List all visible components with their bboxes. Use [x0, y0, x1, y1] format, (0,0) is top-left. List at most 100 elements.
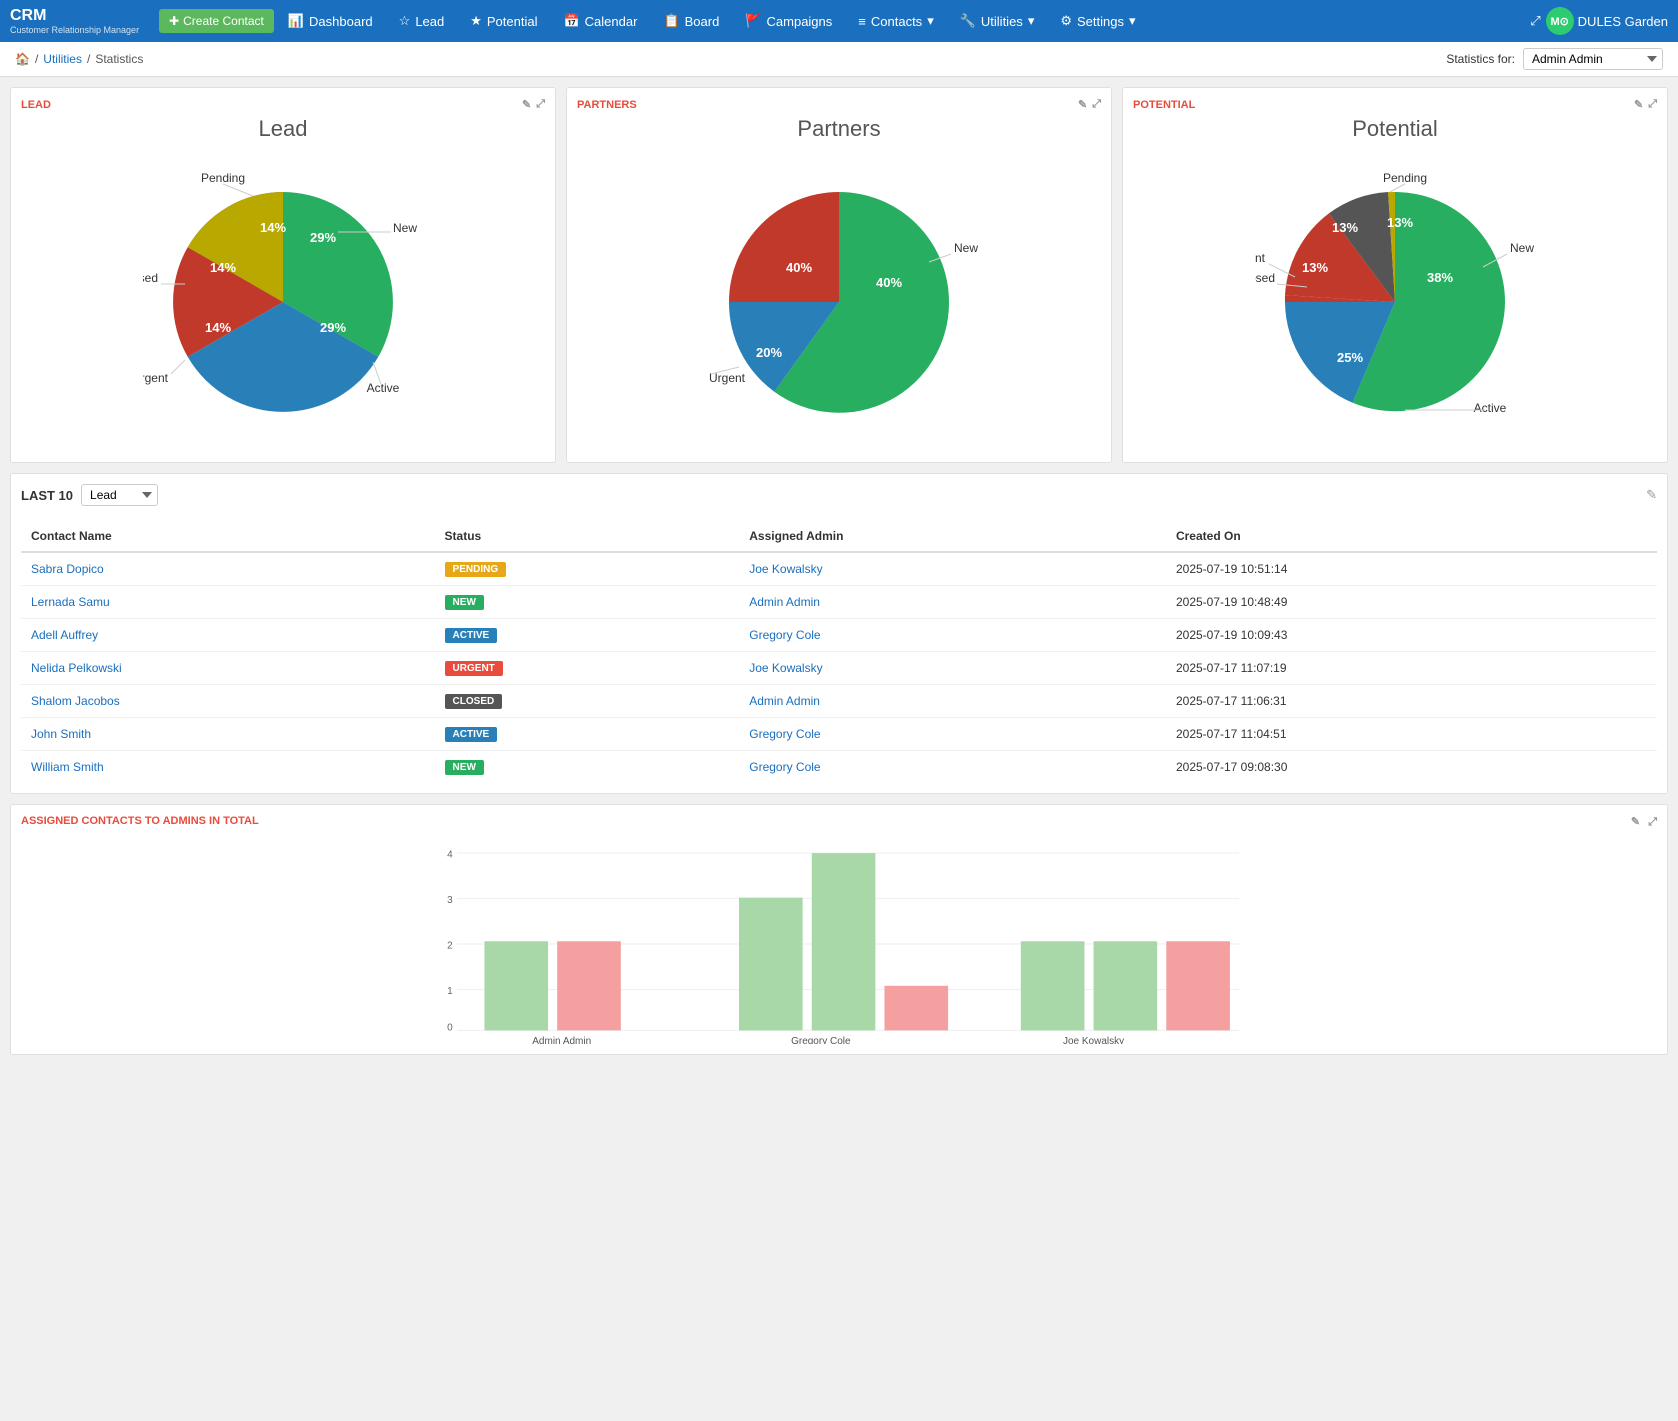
charts-row: LEAD ✎ ⤢ Lead: [10, 87, 1668, 463]
admin-link[interactable]: Admin Admin: [749, 595, 820, 609]
col-created-on: Created On: [1166, 521, 1657, 552]
contact-name-cell: Adell Auffrey: [21, 619, 435, 652]
potential-expand-icon[interactable]: ⤢: [1648, 98, 1657, 111]
home-icon[interactable]: 🏠: [15, 52, 30, 66]
svg-text:1: 1: [447, 986, 453, 997]
breadcrumb-bar: 🏠 / Utilities / Statistics Statistics fo…: [0, 42, 1678, 77]
svg-text:Closed: Closed: [143, 271, 158, 285]
contact-name-link[interactable]: William Smith: [31, 760, 104, 774]
admin-link[interactable]: Gregory Cole: [749, 628, 820, 642]
admin-cell: Gregory Cole: [739, 751, 1166, 784]
bar-expand-icon[interactable]: ⤢: [1648, 816, 1657, 828]
table-row: Adell Auffrey ACTIVE Gregory Cole 2025-0…: [21, 619, 1657, 652]
status-badge: CLOSED: [445, 694, 503, 709]
svg-text:0: 0: [447, 1022, 453, 1033]
partners-chart-title: Partners: [577, 116, 1101, 142]
dashboard-icon: 📊: [288, 13, 304, 29]
nav-board[interactable]: 📋 Board: [651, 7, 731, 35]
stats-for-section: Statistics for: Admin Admin Joe Kowalsky…: [1446, 48, 1663, 70]
status-cell: ACTIVE: [435, 619, 740, 652]
potential-chart-header: POTENTIAL ✎ ⤢: [1133, 98, 1657, 111]
status-badge: NEW: [445, 760, 484, 775]
table-row: Sabra Dopico PENDING Joe Kowalsky 2025-0…: [21, 552, 1657, 586]
table-edit-icon[interactable]: ✎: [1646, 487, 1657, 503]
admin-link[interactable]: Gregory Cole: [749, 760, 820, 774]
admin-link[interactable]: Gregory Cole: [749, 727, 820, 741]
utilities-icon: 🔧: [960, 13, 976, 29]
status-badge: ACTIVE: [445, 628, 498, 643]
lead-pie-container: 29% 29% 14% 14% 14% New Active Urgent Cl…: [21, 152, 545, 452]
nav-campaigns[interactable]: 🚩 Campaigns: [733, 7, 844, 35]
status-badge: PENDING: [445, 562, 507, 577]
svg-text:Urgent: Urgent: [1255, 251, 1266, 265]
plus-icon: ✚: [169, 14, 179, 28]
admin-cell: Admin Admin: [739, 586, 1166, 619]
potential-edit-icon[interactable]: ✎: [1634, 98, 1643, 111]
status-cell: CLOSED: [435, 685, 740, 718]
lead-expand-icon[interactable]: ⤢: [536, 98, 545, 111]
calendar-icon: 📅: [563, 13, 579, 29]
lead-chart-title: Lead: [21, 116, 545, 142]
nav-potential[interactable]: ★ Potential: [458, 7, 549, 35]
contact-name-cell: Nelida Pelkowski: [21, 652, 435, 685]
breadcrumb: 🏠 / Utilities / Statistics: [15, 52, 143, 66]
nav-items: ✚ Create Contact 📊 Dashboard ☆ Lead ★ Po…: [159, 7, 1530, 35]
contacts-dropdown-icon: ▾: [927, 13, 934, 29]
campaigns-icon: 🚩: [745, 13, 761, 29]
contact-name-link[interactable]: Shalom Jacobos: [31, 694, 120, 708]
partners-edit-icon[interactable]: ✎: [1078, 98, 1087, 111]
potential-pie-container: 38% 25% 13% 13% 13% New Active Urgent Cl…: [1133, 152, 1657, 452]
bar-edit-icon[interactable]: ✎: [1631, 816, 1640, 828]
created-cell: 2025-07-19 10:51:14: [1166, 552, 1657, 586]
contact-name-link[interactable]: Sabra Dopico: [31, 562, 104, 576]
create-contact-button[interactable]: ✚ Create Contact: [159, 9, 274, 33]
potential-pie-svg: 38% 25% 13% 13% 13% New Active Urgent Cl…: [1255, 162, 1535, 442]
expand-icon[interactable]: ⤢: [1530, 13, 1540, 29]
partners-expand-icon[interactable]: ⤢: [1092, 98, 1101, 111]
svg-text:14%: 14%: [205, 320, 231, 335]
status-cell: URGENT: [435, 652, 740, 685]
bar-chart-area: 4 3 2 1 0 Admin Admin: [21, 844, 1657, 1044]
svg-text:38%: 38%: [1427, 270, 1453, 285]
svg-text:13%: 13%: [1332, 220, 1358, 235]
svg-text:Joe Kowalsky: Joe Kowalsky: [1063, 1036, 1124, 1044]
contact-name-link[interactable]: Lernada Samu: [31, 595, 110, 609]
utilities-dropdown-icon: ▾: [1028, 13, 1035, 29]
admin-link[interactable]: Admin Admin: [749, 694, 820, 708]
created-cell: 2025-07-19 10:09:43: [1166, 619, 1657, 652]
svg-text:Gregory Cole: Gregory Cole: [791, 1036, 851, 1044]
breadcrumb-utilities[interactable]: Utilities: [43, 52, 82, 66]
settings-icon: ⚙: [1060, 13, 1072, 29]
admin-link[interactable]: Joe Kowalsky: [749, 661, 822, 675]
contacts-table: Contact Name Status Assigned Admin Creat…: [21, 521, 1657, 783]
svg-text:29%: 29%: [310, 230, 336, 245]
last-10-label: LAST 10: [21, 488, 73, 503]
stats-for-select[interactable]: Admin Admin Joe Kowalsky Gregory Cole: [1523, 48, 1663, 70]
created-cell: 2025-07-17 09:08:30: [1166, 751, 1657, 784]
table-section-header: LAST 10 Lead Potential Partners ✎: [21, 484, 1657, 506]
nav-settings[interactable]: ⚙ Settings ▾: [1048, 7, 1147, 35]
admin-link[interactable]: Joe Kowalsky: [749, 562, 822, 576]
contact-name-link[interactable]: Nelida Pelkowski: [31, 661, 122, 675]
contact-name-link[interactable]: Adell Auffrey: [31, 628, 98, 642]
svg-text:Urgent: Urgent: [143, 371, 169, 385]
settings-dropdown-icon: ▾: [1129, 13, 1136, 29]
svg-text:New: New: [393, 221, 417, 235]
nav-lead[interactable]: ☆ Lead: [387, 7, 457, 35]
svg-text:Active: Active: [1474, 401, 1507, 415]
nav-dashboard[interactable]: 📊 Dashboard: [276, 7, 385, 35]
contact-name-cell: Sabra Dopico: [21, 552, 435, 586]
svg-text:25%: 25%: [1337, 350, 1363, 365]
svg-text:Active: Active: [367, 381, 400, 395]
table-type-select[interactable]: Lead Potential Partners: [81, 484, 158, 506]
table-section: LAST 10 Lead Potential Partners ✎ Contac…: [10, 473, 1668, 794]
contact-name-link[interactable]: John Smith: [31, 727, 91, 741]
nav-calendar[interactable]: 📅 Calendar: [551, 7, 649, 35]
lead-edit-icon[interactable]: ✎: [522, 98, 531, 111]
nav-contacts[interactable]: ≡ Contacts ▾: [846, 7, 945, 35]
partners-chart-card: PARTNERS ✎ ⤢ Partners: [566, 87, 1112, 463]
col-status: Status: [435, 521, 740, 552]
svg-text:New: New: [954, 241, 978, 255]
potential-chart-card: POTENTIAL ✎ ⤢ Potential: [1122, 87, 1668, 463]
nav-utilities[interactable]: 🔧 Utilities ▾: [948, 7, 1047, 35]
